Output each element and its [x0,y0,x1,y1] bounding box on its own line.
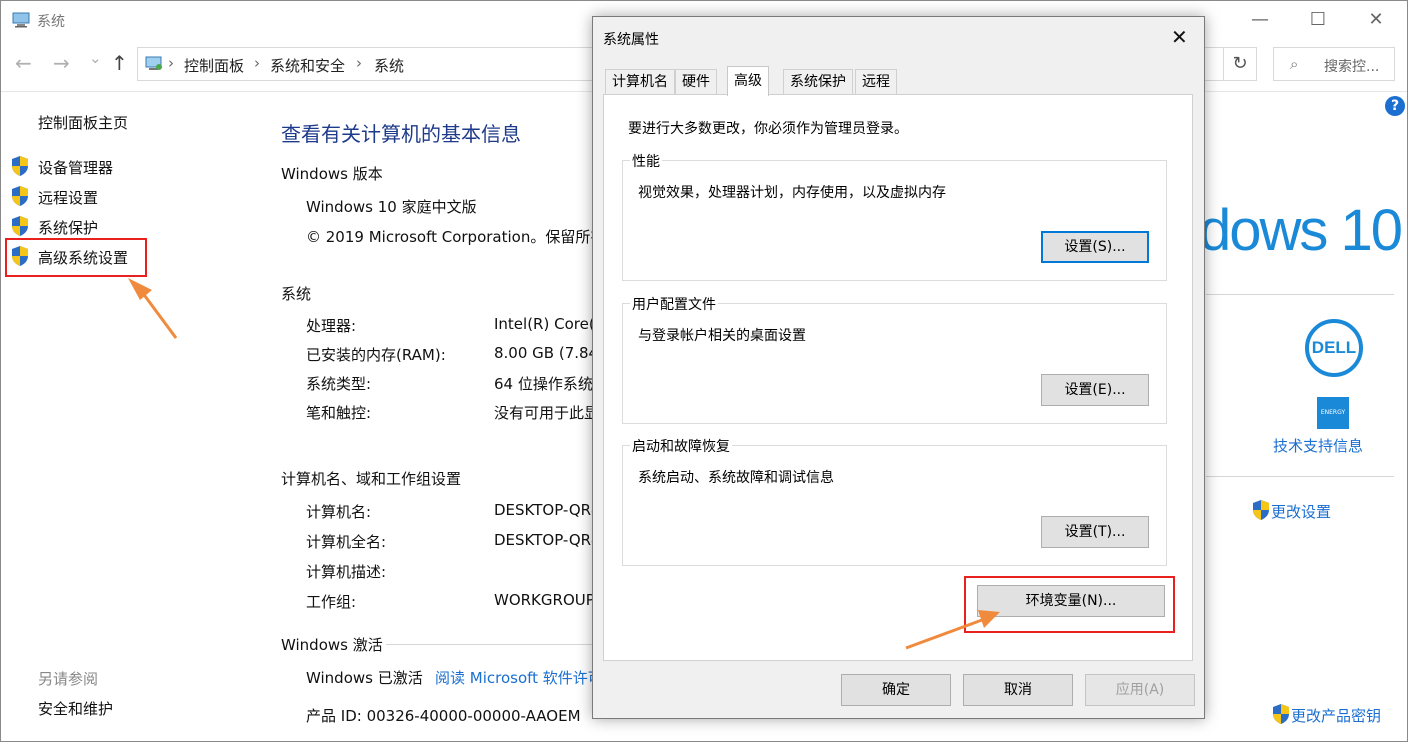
windows10-logo-text: dows 10 [1199,198,1403,263]
computer-label-fullname: 计算机全名: [306,533,387,551]
system-value-type: 64 位操作系统 [494,375,593,393]
section-computer-name: 计算机名、域和工作组设置 [281,470,462,488]
group-user-profiles: 用户配置文件 与登录帐户相关的桌面设置 设置(E)... [622,294,1167,424]
startup-recovery-description: 系统启动、系统故障和调试信息 [638,470,834,486]
computer-label-description: 计算机描述: [306,563,387,581]
license-terms-link[interactable]: 阅读 Microsoft 软件许可 [435,667,593,688]
uac-shield-icon [1271,703,1291,725]
sidebar-item-system-protection[interactable]: 系统保护 [38,217,98,238]
system-value-ram: 8.00 GB (7.84 GB [494,344,594,362]
section-divider [386,644,593,645]
dialog-title: 系统属性 [603,32,659,48]
uac-shield-icon [10,155,30,177]
breadcrumb-separator: › [356,54,362,72]
tab-computer-name[interactable]: 计算机名 [605,69,675,95]
sidebar-item-remote-settings[interactable]: 远程设置 [38,187,98,208]
uac-shield-icon [1251,499,1271,521]
system-value-processor: Intel(R) Core(TM) [494,315,594,333]
computer-label-workgroup: 工作组: [306,593,357,611]
computer-label-name: 计算机名: [306,503,372,521]
breadcrumb-separator: › [168,54,174,72]
uac-shield-icon [10,215,30,237]
search-icon: ⌕ [1290,55,1299,73]
product-id: 产品 ID: 00326-40000-00000-AAOEM [306,707,581,725]
system-properties-dialog: 系统属性 ✕ 计算机名 硬件 高级 系统保护 远程 要进行大多数更改，你必须作为… [592,16,1205,719]
system-label-processor: 处理器: [306,317,357,335]
breadcrumb-control-panel[interactable]: 控制面板 [184,55,244,76]
control-panel-icon [144,55,164,77]
dell-logo: DELL [1305,319,1363,377]
user-profiles-description: 与登录帐户相关的桌面设置 [638,328,806,344]
support-info-link[interactable]: 技术支持信息 [1273,435,1363,456]
search-placeholder: 搜索控... [1324,59,1380,75]
refresh-icon[interactable]: ↻ [1223,47,1257,81]
admin-note: 要进行大多数更改，你必须作为管理员登录。 [628,121,908,137]
user-profiles-settings-button[interactable]: 设置(E)... [1041,374,1149,406]
section-system: 系统 [281,285,312,303]
tab-system-protection[interactable]: 系统保护 [783,69,853,95]
highlight-box-advanced-settings [5,238,147,277]
group-label-performance: 性能 [630,151,662,171]
up-icon[interactable]: ↑ [111,51,128,75]
search-box[interactable]: ⌕ 搜索控... [1273,47,1395,81]
group-label-startup-recovery: 启动和故障恢复 [630,436,732,456]
minimize-button[interactable]: — [1237,5,1283,35]
page-title: 查看有关计算机的基本信息 [281,122,521,146]
system-label-type: 系统类型: [306,375,372,393]
sidebar-item-device-manager[interactable]: 设备管理器 [38,157,113,178]
group-startup-recovery: 启动和故障恢复 系统启动、系统故障和调试信息 设置(T)... [622,436,1167,566]
forward-icon[interactable]: → [53,51,70,75]
group-label-user-profiles: 用户配置文件 [630,294,718,314]
maximize-button[interactable]: ☐ [1295,5,1341,35]
cancel-button[interactable]: 取消 [963,674,1073,706]
activation-status: Windows 已激活 [306,669,423,687]
system-label-pen: 笔和触控: [306,404,372,422]
help-icon[interactable]: ? [1385,96,1405,116]
apply-button[interactable]: 应用(A) [1085,674,1195,706]
see-also-heading: 另请参阅 [38,670,99,688]
tab-advanced[interactable]: 高级 [727,66,769,96]
dialog-close-icon[interactable]: ✕ [1171,25,1188,49]
tab-remote[interactable]: 远程 [855,69,897,95]
copyright-text: © 2019 Microsoft Corporation。保留所有 [306,228,594,246]
tab-hardware[interactable]: 硬件 [675,69,717,95]
computer-value-fullname: DESKTOP-QR4 [494,531,594,549]
section-windows-edition: Windows 版本 [281,165,383,183]
system-label-ram: 已安装的内存(RAM): [306,346,446,364]
energy-star-logo: ENERGY STAR [1317,397,1349,448]
breadcrumb-system[interactable]: 系统 [374,55,404,76]
section-divider [1206,294,1394,295]
section-activation: Windows 激活 [281,636,383,654]
performance-description: 视觉效果，处理器计划，内存使用，以及虚拟内存 [638,185,946,201]
change-product-key-link[interactable]: 更改产品密钥 [1291,705,1381,726]
window-title: 系统 [37,14,65,30]
computer-value-name: DESKTOP-QR4 [494,501,594,519]
uac-shield-icon [10,185,30,207]
environment-variables-button[interactable]: 环境变量(N)... [977,585,1165,617]
change-settings-link[interactable]: 更改设置 [1271,501,1331,522]
ok-button[interactable]: 确定 [841,674,951,706]
windows-edition-name: Windows 10 家庭中文版 [306,198,477,216]
back-icon[interactable]: ← [15,51,32,75]
sidebar-home-link[interactable]: 控制面板主页 [38,112,128,133]
chevron-down-icon[interactable]: ⌄ [89,49,102,67]
startup-recovery-settings-button[interactable]: 设置(T)... [1041,516,1149,548]
system-value-pen: 没有可用于此显示器 [494,404,594,422]
computer-value-workgroup: WORKGROUP [494,591,594,609]
performance-settings-button[interactable]: 设置(S)... [1041,231,1149,263]
section-divider [1206,476,1394,477]
breadcrumb-system-security[interactable]: 系统和安全 [270,55,345,76]
computer-icon [11,12,31,32]
see-also-security-maintenance[interactable]: 安全和维护 [38,698,113,719]
group-performance: 性能 视觉效果，处理器计划，内存使用，以及虚拟内存 设置(S)... [622,151,1167,281]
close-button[interactable]: ✕ [1353,5,1399,35]
breadcrumb-separator: › [254,54,260,72]
